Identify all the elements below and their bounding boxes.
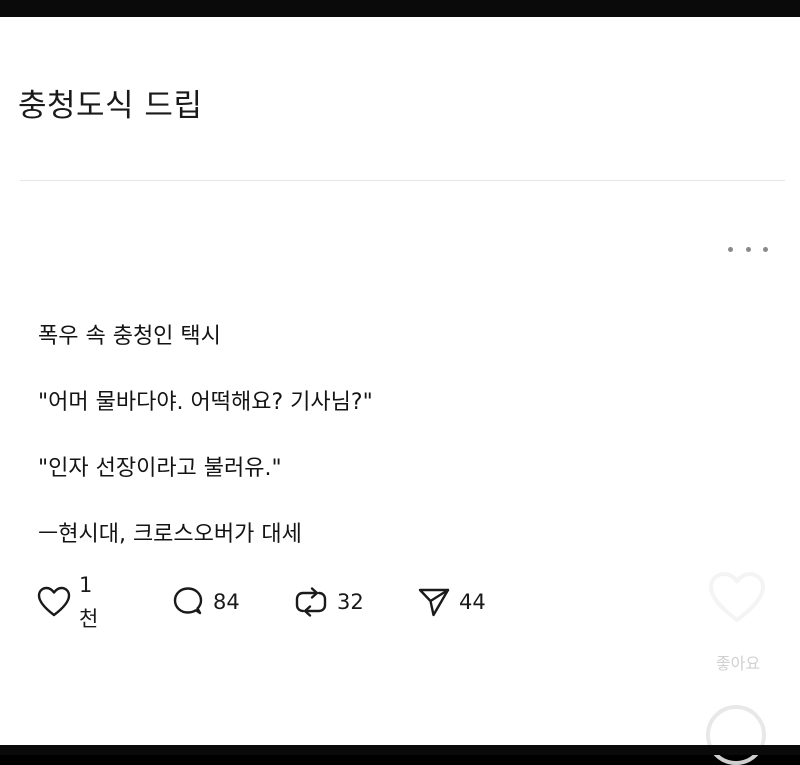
repost-button[interactable]: 32 (292, 585, 364, 619)
post-line: ㅡ현시대, 크로스오버가 대세 (38, 522, 302, 547)
more-dot-icon (763, 246, 768, 252)
post-body: 폭우 속 충청인 택시 "어머 물바다야. 어떡해요? 기사님?" "인자 선장… (38, 325, 373, 589)
overlay-comment-icon[interactable] (706, 705, 766, 765)
heart-icon (36, 585, 72, 619)
post-line: "어머 물바다야. 어떡해요? 기사님?" (38, 390, 373, 415)
top-bar (0, 0, 800, 17)
comment-icon (170, 585, 206, 619)
like-count: 1천 (79, 573, 99, 631)
bottom-bar (0, 745, 800, 755)
more-dot-icon (728, 246, 733, 252)
comment-count: 84 (213, 590, 240, 614)
post-line: 폭우 속 충청인 택시 (38, 324, 221, 349)
page-title: 충청도식 드립 (18, 88, 203, 124)
overlay-like-label: 좋아요 (715, 654, 761, 673)
share-button[interactable]: 44 (416, 585, 486, 619)
post-line: "인자 선장이라고 불러유." (38, 456, 282, 481)
overlay-like-heart-icon[interactable] (706, 570, 768, 626)
repost-count: 32 (337, 590, 364, 614)
more-dot-icon (745, 246, 751, 252)
more-options-button[interactable] (728, 242, 768, 256)
send-icon (416, 585, 452, 619)
comment-button[interactable]: 84 (170, 585, 240, 619)
divider (20, 180, 785, 181)
repost-icon (292, 585, 330, 619)
share-count: 44 (459, 590, 486, 614)
like-button[interactable]: 1천 (36, 573, 98, 631)
